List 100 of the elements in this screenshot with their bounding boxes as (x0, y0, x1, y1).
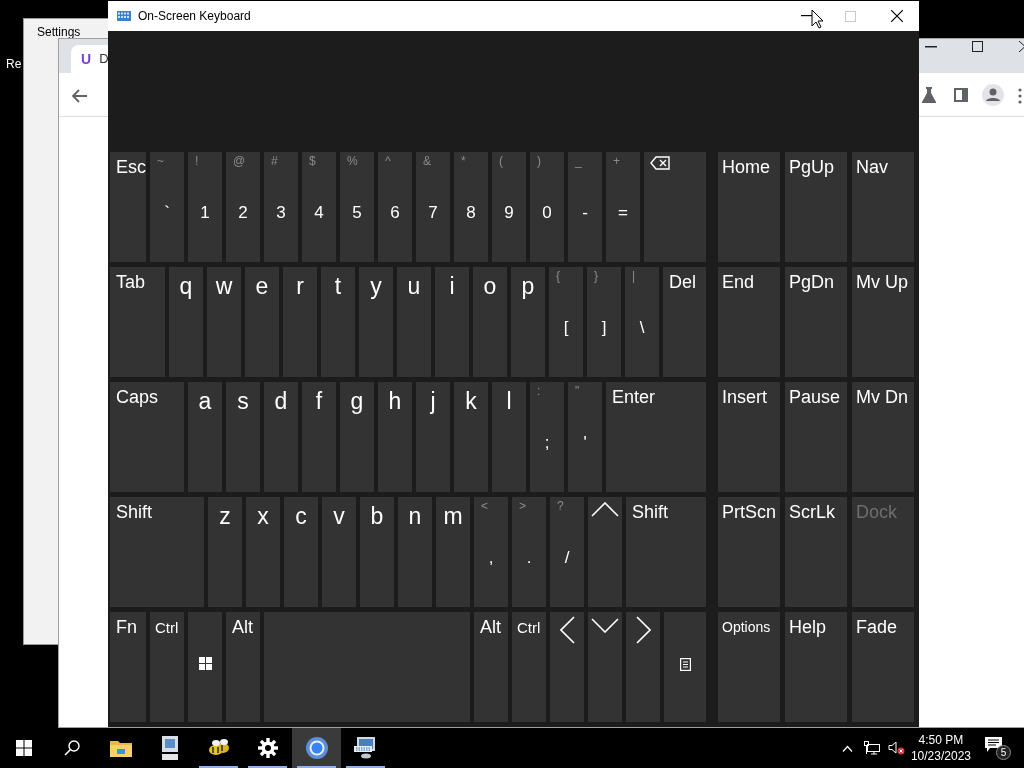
network-icon[interactable] (863, 741, 880, 755)
key[interactable]: Ctrl (512, 612, 546, 722)
close-icon[interactable] (1019, 41, 1024, 52)
up-arrow-key[interactable] (588, 497, 622, 607)
key[interactable]: Fade (852, 612, 914, 722)
key[interactable]: h (378, 382, 412, 492)
key[interactable]: Caps (110, 382, 184, 492)
key[interactable]: + = (606, 152, 640, 262)
key[interactable]: Options (718, 612, 780, 722)
key[interactable]: w (207, 267, 241, 377)
key[interactable]: # 3 (264, 152, 298, 262)
key[interactable]: | \ (625, 267, 659, 377)
key[interactable]: Help (785, 612, 847, 722)
key[interactable]: Enter (606, 382, 706, 492)
key[interactable]: < , (474, 497, 508, 607)
key[interactable]: { [ (549, 267, 583, 377)
tab-title: D (99, 50, 109, 69)
key[interactable]: m (436, 497, 470, 607)
side-panel-icon[interactable] (954, 88, 968, 102)
key[interactable]: j (416, 382, 450, 492)
key[interactable]: Pause (785, 382, 847, 492)
computer-icon (160, 736, 179, 760)
key[interactable]: * 8 (454, 152, 488, 262)
key[interactable]: " ' (568, 382, 602, 492)
windows-start-icon[interactable] (16, 740, 32, 756)
key[interactable]: Home (718, 152, 780, 262)
flask-icon[interactable] (922, 87, 936, 103)
key[interactable]: f (302, 382, 336, 492)
speaker-muted-icon[interactable] (887, 741, 905, 755)
tab-logo: U (81, 49, 92, 69)
key[interactable]: Tab (110, 267, 165, 377)
key[interactable]: a (188, 382, 222, 492)
taskbar-app-button[interactable] (292, 728, 341, 768)
key[interactable]: PgDn (785, 267, 847, 377)
key[interactable]: Alt (226, 612, 260, 722)
key[interactable]: t (321, 267, 355, 377)
key[interactable]: PgUp (785, 152, 847, 262)
key[interactable]: x (246, 497, 280, 607)
key[interactable]: Shift (110, 497, 204, 607)
key[interactable]: ? / (550, 497, 584, 607)
search-icon[interactable] (64, 740, 80, 756)
down-arrow-key[interactable] (588, 612, 622, 722)
key[interactable]: p (511, 267, 545, 377)
clock[interactable]: 4:50 PM 10/23/2023 (910, 732, 971, 764)
key[interactable]: End (718, 267, 780, 377)
key[interactable]: ) 0 (530, 152, 564, 262)
key[interactable]: o (473, 267, 507, 377)
key[interactable]: Mv Dn (852, 382, 914, 492)
key[interactable]: y (359, 267, 393, 377)
key[interactable]: n (398, 497, 432, 607)
key[interactable]: $ 4 (302, 152, 336, 262)
key[interactable]: Alt (474, 612, 508, 722)
key[interactable]: i (435, 267, 469, 377)
key[interactable]: Mv Up (852, 267, 914, 377)
desktop-icon-label[interactable]: Re (6, 57, 22, 72)
key[interactable]: > . (512, 497, 546, 607)
key[interactable]: Nav (852, 152, 914, 262)
key[interactable]: : ; (530, 382, 564, 492)
key[interactable]: ScrLk (785, 497, 847, 607)
key[interactable]: k (454, 382, 488, 492)
right-arrow-key[interactable] (626, 612, 660, 722)
key[interactable]: ~ ` (150, 152, 184, 262)
key[interactable]: Fn (110, 612, 146, 722)
left-arrow-key[interactable] (550, 612, 584, 722)
key[interactable]: PrtScn (718, 497, 780, 607)
key[interactable]: Insert (718, 382, 780, 492)
key[interactable]: ( 9 (492, 152, 526, 262)
key[interactable]: e (245, 267, 279, 377)
key[interactable]: b (360, 497, 394, 607)
key[interactable]: v (322, 497, 356, 607)
key[interactable]: l (492, 382, 526, 492)
more-icon[interactable] (1018, 88, 1022, 104)
notification-button[interactable]: 5 (985, 736, 1011, 760)
key[interactable]: z (208, 497, 242, 607)
key[interactable]: % 5 (340, 152, 374, 262)
message-icon (985, 737, 1002, 752)
key[interactable]: Del (663, 267, 706, 377)
key[interactable]: Esc (110, 152, 146, 262)
key[interactable]: ^ 6 (378, 152, 412, 262)
profile-icon[interactable] (982, 84, 1004, 106)
key[interactable]: u (397, 267, 431, 377)
windows-logo-key[interactable] (188, 612, 222, 722)
key[interactable]: d (264, 382, 298, 492)
close-icon[interactable] (891, 10, 903, 22)
keyboard-monitor-icon (353, 737, 378, 759)
key[interactable]: ! 1 (188, 152, 222, 262)
key[interactable]: } ] (587, 267, 621, 377)
key[interactable]: Ctrl (150, 612, 184, 722)
key[interactable]: & 7 (416, 152, 450, 262)
key[interactable]: _ - (568, 152, 602, 262)
key[interactable]: s (226, 382, 260, 492)
key[interactable]: Shift (626, 497, 706, 607)
key[interactable]: @ 2 (226, 152, 260, 262)
key[interactable]: r (283, 267, 317, 377)
key[interactable]: q (169, 267, 203, 377)
maximize-icon[interactable] (972, 41, 983, 52)
key[interactable]: c (284, 497, 318, 607)
key[interactable]: g (340, 382, 374, 492)
chevron-up-icon[interactable] (841, 744, 853, 752)
back-icon[interactable] (72, 89, 88, 103)
